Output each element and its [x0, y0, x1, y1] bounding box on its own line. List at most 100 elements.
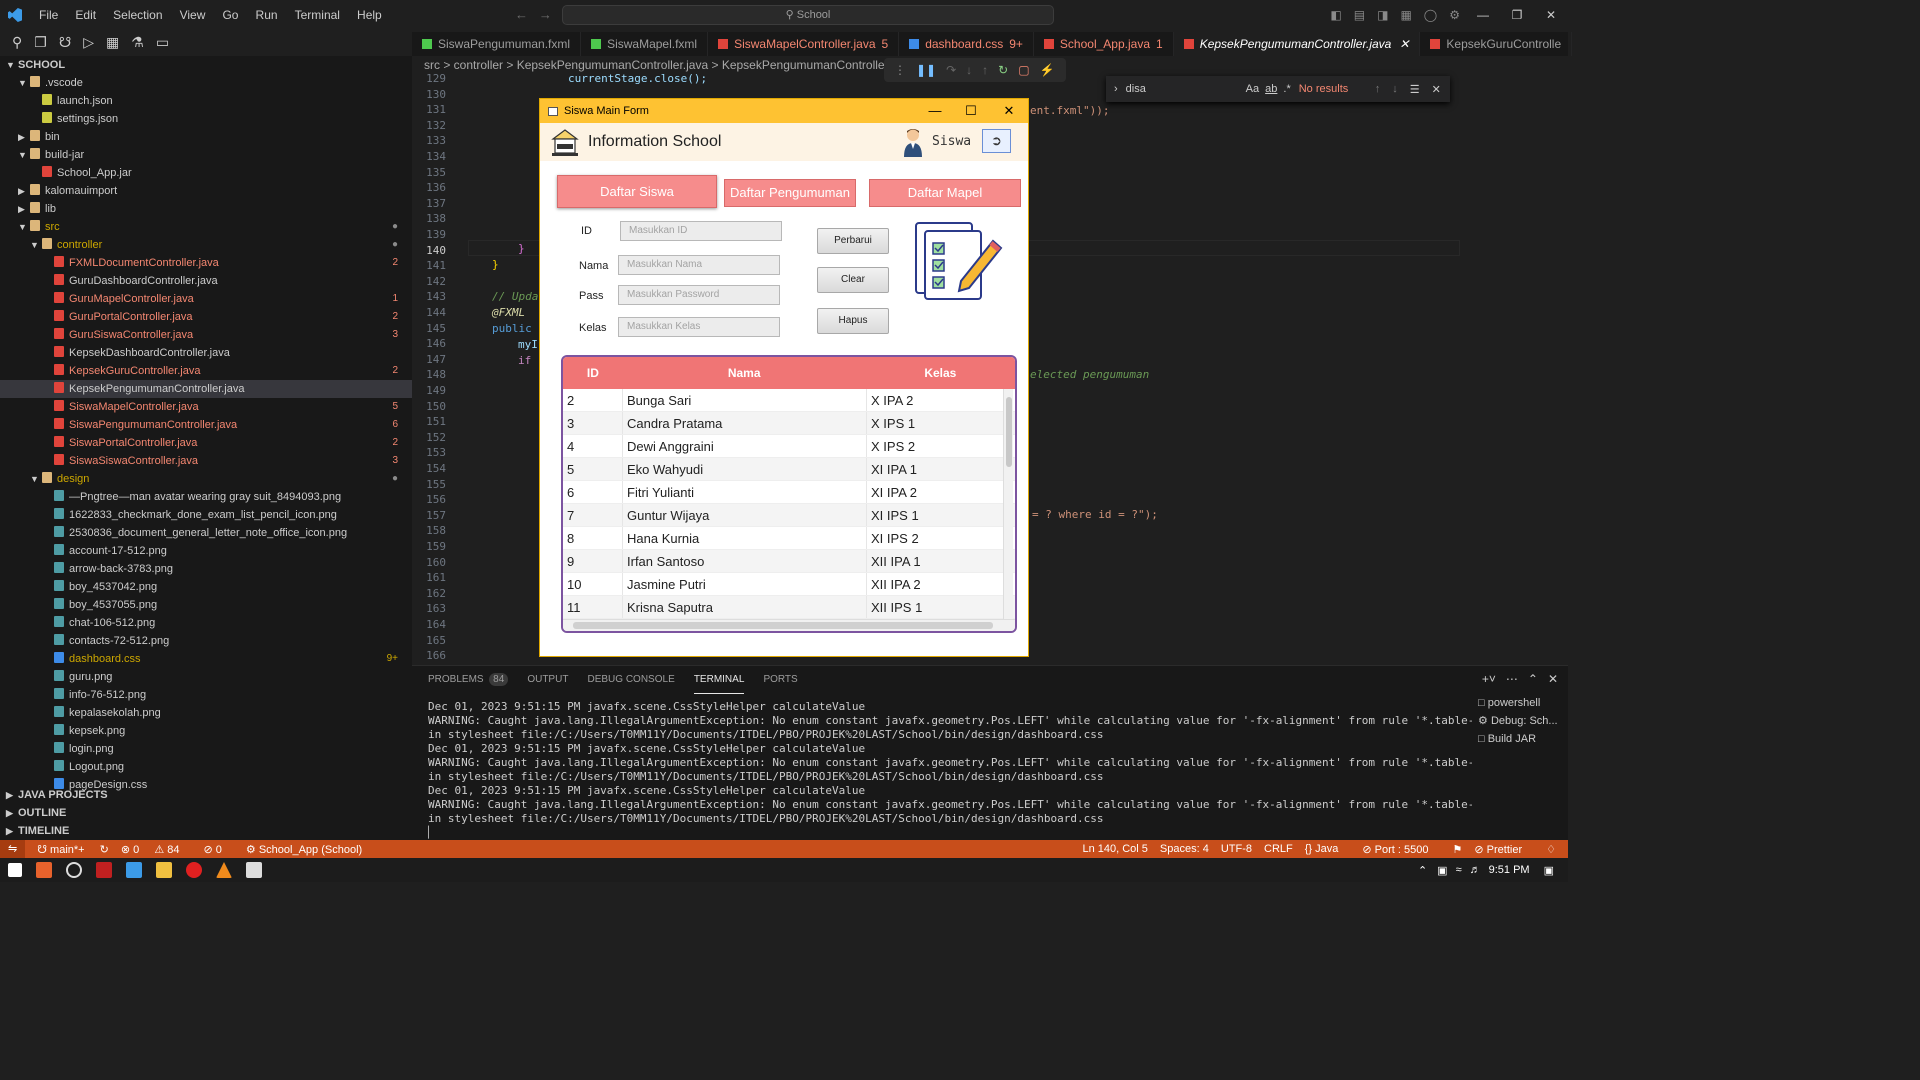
tree-item[interactable]: GuruDashboardController.java — [0, 272, 412, 290]
language-mode[interactable]: {} Java — [1305, 843, 1351, 855]
more-actions-icon[interactable]: ⋯ — [1506, 672, 1518, 686]
tree-item[interactable]: boy_4537055.png — [0, 596, 412, 614]
command-center-search[interactable]: ⚲ School — [562, 5, 1054, 25]
tree-item[interactable]: boy_4537042.png — [0, 578, 412, 596]
tree-item[interactable]: ▼ src ● — [0, 218, 412, 236]
toggle-sidebar-icon[interactable]: ◧ — [1330, 8, 1341, 22]
tree-item[interactable]: chat-106-512.png — [0, 614, 412, 632]
tree-item[interactable]: 2530836_document_general_letter_note_off… — [0, 524, 412, 542]
editor-tab[interactable]: KepsekPengumumanController.java ✕ — [1173, 32, 1421, 56]
prettier-status[interactable]: ⊘ Prettier — [1474, 843, 1534, 856]
siswa-table[interactable]: ID Nama Kelas 2 Bunga Sari X IPA 2 3 Candra … — [561, 355, 1017, 633]
restore-button[interactable]: ❐ — [1500, 8, 1534, 22]
tab-debug-console[interactable]: DEBUG CONSOLE — [588, 666, 675, 694]
menu-edit[interactable]: Edit — [75, 8, 96, 22]
previous-match-icon[interactable]: ↑ — [1375, 83, 1381, 95]
taskbar-vlc-icon[interactable] — [216, 862, 232, 878]
tab-output[interactable]: OUTPUT — [527, 666, 568, 694]
next-match-icon[interactable]: ↓ — [1392, 83, 1398, 95]
menu-view[interactable]: View — [180, 8, 206, 22]
search-icon[interactable]: ⚲ — [12, 34, 22, 51]
table-row[interactable]: 4 Dewi Anggraini X IPS 2 — [563, 435, 1015, 458]
drag-handle-icon[interactable]: ⋮ — [894, 63, 906, 77]
tree-item[interactable]: ▶ kalomauimport — [0, 182, 412, 200]
clock[interactable]: 9:51 PM — [1489, 864, 1530, 876]
menu-selection[interactable]: Selection — [113, 8, 162, 22]
maximize-button[interactable]: ☐ — [953, 99, 989, 123]
tree-item[interactable]: School_App.jar — [0, 164, 412, 182]
tree-item[interactable]: contacts-72-512.png — [0, 632, 412, 650]
table-row[interactable]: 9 Irfan Santoso XII IPA 1 — [563, 550, 1015, 573]
tree-item[interactable]: SiswaMapelController.java 5 — [0, 398, 412, 416]
tree-item[interactable]: GuruSiswaController.java 3 — [0, 326, 412, 344]
customize-layout-icon[interactable]: ▦ — [1400, 8, 1411, 22]
tree-item[interactable]: —Pngtree—man avatar wearing gray suit_84… — [0, 488, 412, 506]
tree-item[interactable]: KepsekGuruController.java 2 — [0, 362, 412, 380]
forward-arrow-icon[interactable]: → — [539, 7, 552, 22]
menu-help[interactable]: Help — [357, 8, 382, 22]
source-control-icon[interactable]: ☋ — [59, 34, 71, 51]
vertical-scrollbar[interactable] — [1003, 389, 1013, 619]
clear-button[interactable]: Clear — [817, 267, 889, 293]
debug-app-status[interactable]: ⚙ School_App (School) — [246, 843, 374, 856]
whole-word-icon[interactable]: ab — [1265, 83, 1277, 95]
tab-daftar-siswa[interactable]: Daftar Siswa — [557, 175, 717, 208]
menu-terminal[interactable]: Terminal — [295, 8, 340, 22]
table-row[interactable]: 2 Bunga Sari X IPA 2 — [563, 389, 1015, 412]
tree-item[interactable]: 1622833_checkmark_done_exam_list_pencil_… — [0, 506, 412, 524]
live-server-port[interactable]: ⊘ Port : 5500 — [1362, 843, 1440, 856]
match-case-icon[interactable]: Aa — [1246, 83, 1259, 95]
toggle-panel-icon[interactable]: ▤ — [1354, 8, 1365, 22]
restart-icon[interactable]: ↻ — [998, 63, 1008, 77]
tree-item[interactable]: GuruMapelController.java 1 — [0, 290, 412, 308]
notifications-icon[interactable]: ⚑ — [1453, 843, 1463, 856]
tree-item[interactable]: launch.json — [0, 92, 412, 110]
tree-item[interactable]: arrow-back-3783.png — [0, 560, 412, 578]
step-out-icon[interactable]: ↑ — [982, 63, 988, 77]
tree-item[interactable]: ▶ bin — [0, 128, 412, 146]
tree-item[interactable]: ▼ design ● — [0, 470, 412, 488]
menu-go[interactable]: Go — [222, 8, 238, 22]
testing-icon[interactable]: ⚗ — [131, 34, 144, 51]
editor-tab[interactable]: KepsekGuruControlle — [1420, 32, 1573, 56]
table-row[interactable]: 7 Guntur Wijaya XI IPS 1 — [563, 504, 1015, 527]
find-input[interactable]: disa — [1126, 83, 1246, 95]
minimize-button[interactable]: — — [1466, 8, 1500, 22]
logout-icon[interactable]: ➲ — [982, 129, 1011, 153]
javafx-title-bar[interactable]: Siswa Main Form — ☐ ✕ — [540, 99, 1028, 123]
close-icon[interactable]: ✕ — [1432, 83, 1441, 96]
header-kelas[interactable]: Kelas — [866, 357, 1015, 389]
gear-icon[interactable]: ⚙ — [1449, 8, 1460, 22]
editor-tab[interactable]: SiswaMapel.fxml — [581, 32, 709, 56]
taskbar-app-icon[interactable] — [96, 862, 112, 878]
taskbar-app-icon[interactable] — [36, 862, 52, 878]
hapus-button[interactable]: Hapus — [817, 308, 889, 334]
tree-item[interactable]: SiswaPortalController.java 2 — [0, 434, 412, 452]
taskbar-opera-icon[interactable] — [186, 862, 202, 878]
speaker-icon[interactable]: ♬ — [1470, 864, 1481, 876]
tree-item[interactable]: kepalasekolah.png — [0, 704, 412, 722]
pass-field[interactable]: Masukkan Password — [618, 285, 780, 305]
menu-file[interactable]: File — [39, 8, 58, 22]
tree-item[interactable]: FXMLDocumentController.java 2 — [0, 254, 412, 272]
explorer-icon[interactable]: ❐ — [34, 34, 47, 51]
hot-code-replace-icon[interactable]: ⚡ — [1040, 63, 1055, 77]
branch-status[interactable]: ☋ main*+ ↻ — [37, 843, 109, 856]
tree-item[interactable]: SiswaSiswaController.java 3 — [0, 452, 412, 470]
step-into-icon[interactable]: ↓ — [966, 63, 972, 77]
table-row[interactable]: 8 Hana Kurnia XI IPS 2 — [563, 527, 1015, 550]
run-debug-icon[interactable]: ▷ — [83, 34, 94, 51]
back-arrow-icon[interactable]: ← — [515, 7, 528, 22]
step-over-icon[interactable]: ↷ — [946, 63, 956, 77]
close-window-button[interactable]: ✕ — [1534, 8, 1568, 22]
tree-item[interactable]: login.png — [0, 740, 412, 758]
accounts-icon[interactable]: ◯ — [1424, 8, 1437, 22]
tree-item[interactable]: kepsek.png — [0, 722, 412, 740]
close-tab-icon[interactable]: ✕ — [1399, 37, 1409, 51]
notification-center-icon[interactable]: ▣ — [1544, 864, 1554, 877]
close-window-button[interactable]: ✕ — [991, 99, 1027, 123]
section-outline[interactable]: ▶ OUTLINE — [0, 804, 412, 822]
menu-run[interactable]: Run — [256, 8, 278, 22]
table-row[interactable]: 10 Jasmine Putri XII IPA 2 — [563, 573, 1015, 596]
section-java-projects[interactable]: ▶ JAVA PROJECTS — [0, 786, 412, 804]
